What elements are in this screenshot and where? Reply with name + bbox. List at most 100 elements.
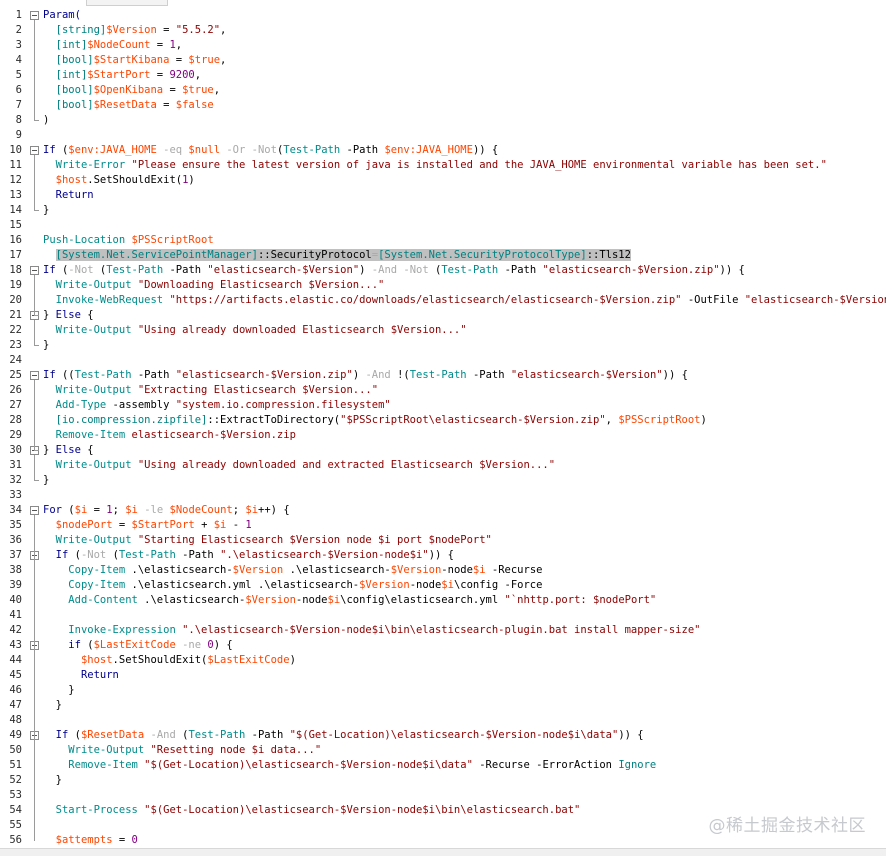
fold-toggle-icon[interactable] [30,11,39,20]
code-token: ( [93,264,107,276]
code-line[interactable]: 40 Add-Content .\elasticsearch-$Version-… [0,593,886,608]
code-editor[interactable]: 1 Param(2 [string]$Version = "5.5.2", 3 [i… [0,8,886,848]
code-line[interactable]: 38 Copy-Item .\elasticsearch-$Version .\… [0,563,886,578]
code-line[interactable]: 13 Return [0,188,886,203]
code-line[interactable]: 27 Add-Type -assembly "system.io.compres… [0,398,886,413]
code-line[interactable]: 42 Invoke-Expression ".\elasticsearch-$V… [0,623,886,638]
code-line[interactable]: 24 [0,353,886,368]
watermark: @稀土掘金技术社区 [708,816,866,836]
code-line[interactable]: 31 Write-Output "Using already downloade… [0,458,886,473]
code-text: [int]$NodeCount = 1, [43,38,182,53]
line-number: 24 [9,354,22,366]
code-line[interactable]: 49 If ($ResetData -And (Test-Path -Path … [0,728,886,743]
code-line[interactable]: 50 Write-Output "Resetting node $i data.… [0,743,886,758]
code-line[interactable]: 30} Else { [0,443,886,458]
code-text: [int]$StartPort = 9200, [43,68,201,83]
code-text: [System.Net.ServicePointManager]::Securi… [43,248,631,263]
code-line[interactable]: 7 [bool]$ResetData = $false [0,98,886,113]
code-line[interactable]: 33 [0,488,886,503]
code-text: Copy-Item .\elasticsearch.yml .\elastics… [43,578,542,593]
code-text: $attempts = 0 [43,833,138,848]
code-line[interactable]: 10 If ($env:JAVA_HOME -eq $null -Or -Not(… [0,143,886,158]
code-token: $NodeCount [87,39,151,51]
code-line[interactable]: 11 Write-Error "Please ensure the latest… [0,158,886,173]
fold-toggle-icon[interactable] [30,506,39,515]
code-token: } [43,444,56,456]
code-line[interactable]: 37 If (-Not (Test-Path -Path ".\elastics… [0,548,886,563]
code-line[interactable]: 15 [0,218,886,233]
code-line[interactable]: 2 [string]$Version = "5.5.2", [0,23,886,38]
code-line[interactable]: 41 [0,608,886,623]
line-number: 8 [15,114,22,126]
code-line[interactable]: 6 [bool]$OpenKibana = $true, [0,83,886,98]
code-line[interactable]: 52 } [0,773,886,788]
code-text: Write-Output "Using already downloaded E… [43,323,467,338]
line-number: 29 [9,429,22,441]
code-token: ".\elasticsearch-$Version-node$i\bin\ela… [182,624,701,636]
code-line[interactable]: 28 [io.compression.zipfile]::ExtractToDi… [0,413,886,428]
code-text: $host.SetShouldExit(1) [43,173,195,188]
fold-toggle-icon[interactable] [30,266,39,275]
code-line[interactable]: 20 Invoke-WebRequest "https://artifacts.… [0,293,886,308]
code-line[interactable]: 26 Write-Output "Extracting Elasticsearc… [0,383,886,398]
editor-tab[interactable] [86,0,168,6]
code-line[interactable]: 14} [0,203,886,218]
code-line[interactable]: 53 [0,788,886,803]
code-line[interactable]: 51 Remove-Item "$(Get-Location)\elastics… [0,758,886,773]
code-text: Write-Output "Starting Elasticsearch $Ve… [43,533,492,548]
fold-toggle-icon[interactable] [30,371,39,380]
code-line[interactable]: 34 For ($i = 1; $i -le $NodeCount; $i++) … [0,503,886,518]
code-token: [io.compression.zipfile] [55,414,208,426]
code-line[interactable]: 8) [0,113,886,128]
code-line[interactable]: 19 Write-Output "Downloading Elasticsear… [0,278,886,293]
code-line[interactable]: 43 if ($LastExitCode -ne 0) { [0,638,886,653]
line-number: 47 [9,699,22,711]
code-line[interactable]: 48 [0,713,886,728]
code-token: -Path [466,369,511,381]
code-token: $env:JAVA_HOME [68,144,157,156]
line-number: 37 [9,549,22,561]
code-line[interactable]: 23} [0,338,886,353]
code-line[interactable]: 1 Param( [0,8,886,23]
code-line[interactable]: 44 $host.SetShouldExit($LastExitCode) [0,653,886,668]
code-line[interactable]: 9 [0,128,886,143]
code-line[interactable]: 39 Copy-Item .\elasticsearch.yml .\elast… [0,578,886,593]
code-line[interactable]: 4 [bool]$StartKibana = $true, [0,53,886,68]
code-line[interactable]: 16 Push-Location $PSScriptRoot [0,233,886,248]
code-token: 0 [131,834,138,846]
code-line[interactable]: 45 Return [0,668,886,683]
code-token: -Path [175,549,221,561]
fold-toggle-icon[interactable] [30,146,39,155]
code-line[interactable]: 35 $nodePort = $StartPort + $i - 1 [0,518,886,533]
code-token: $StartPort [87,69,151,81]
code-line[interactable]: 22 Write-Output "Using already downloade… [0,323,886,338]
code-token: $true [188,54,221,66]
code-token: "Using already downloaded and extracted … [137,459,556,471]
code-token: [int] [55,69,88,81]
code-line[interactable]: 32} [0,473,886,488]
code-token: Test-Path [441,264,499,276]
code-token: $Version [245,594,296,606]
code-line[interactable]: 29 Remove-Item elasticsearch-$Version.zi… [0,428,886,443]
code-line[interactable]: 17 [System.Net.ServicePointManager]::Sec… [0,248,886,263]
code-token: Else [55,309,81,321]
code-line[interactable]: 18 If (-Not (Test-Path -Path "elasticsear… [0,263,886,278]
code-token: [System.Net.ServicePointManager] [55,249,258,261]
code-line[interactable]: 47 } [0,698,886,713]
code-line[interactable]: 25 If ((Test-Path -Path "elasticsearch-$V… [0,368,886,383]
code-line[interactable]: 3 [int]$NodeCount = 1, [0,38,886,53]
code-token: $i [213,519,227,531]
code-line[interactable]: 21} Else { [0,308,886,323]
code-token: )) { [428,549,454,561]
code-line[interactable]: 46 } [0,683,886,698]
code-line[interactable]: 5 [int]$StartPort = 9200, [0,68,886,83]
code-token: Invoke-Expression [68,624,176,636]
code-line[interactable]: 36 Write-Output "Starting Elasticsearch … [0,533,886,548]
code-token: } [43,774,62,786]
code-line[interactable]: 12 $host.SetShouldExit(1) [0,173,886,188]
